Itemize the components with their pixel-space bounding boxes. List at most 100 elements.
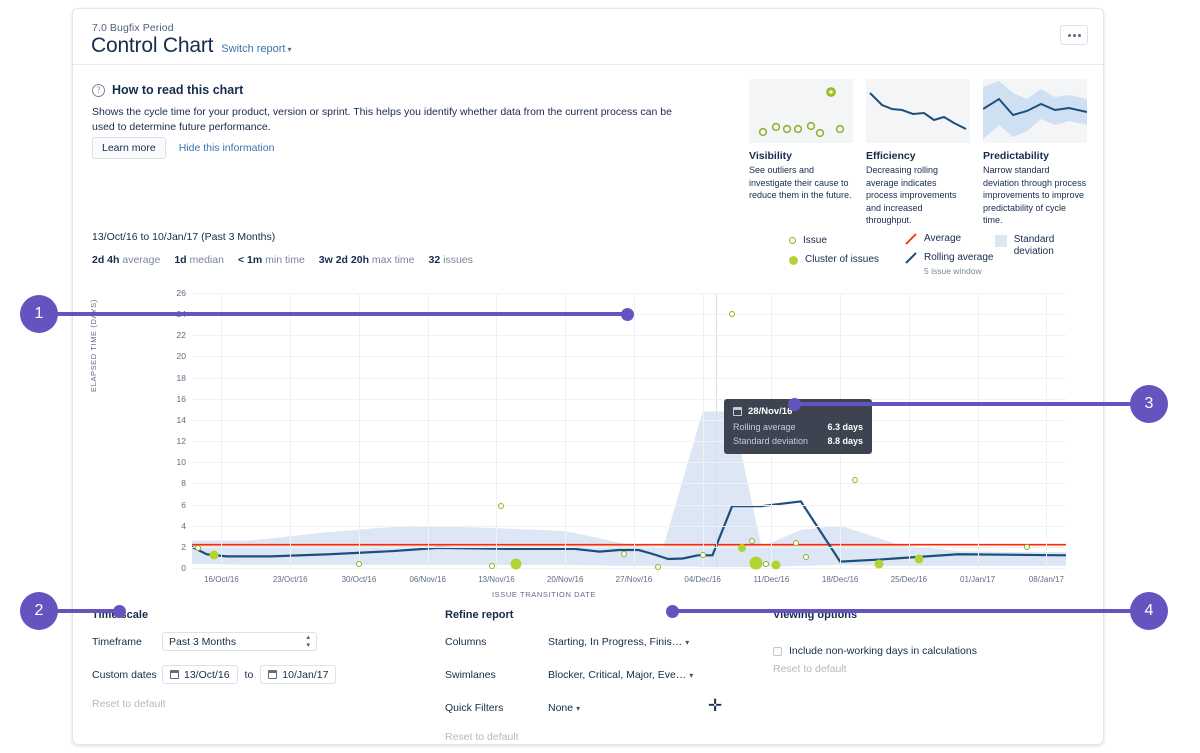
legend-item-average: Average — [905, 233, 961, 245]
issue-point[interactable] — [729, 311, 735, 317]
thumb-predictability: Predictability Narrow standard deviation… — [983, 79, 1087, 227]
gridline-vertical — [634, 293, 635, 568]
stat-average: 2d 4h average — [92, 254, 160, 266]
non-working-days-row[interactable]: Include non-working days in calculations — [773, 645, 1093, 657]
timeframe-select[interactable]: Past 3 Months ▴▾ — [162, 632, 317, 651]
x-axis-tick: 25/Dec/16 — [891, 575, 927, 584]
dot-icon — [1078, 34, 1081, 37]
non-working-days-checkbox[interactable] — [773, 647, 782, 656]
x-axis-tick: 04/Dec/16 — [684, 575, 720, 584]
cluster-point[interactable] — [914, 555, 923, 564]
thumb-visibility: Visibility See outliers and investigate … — [749, 79, 853, 227]
columns-dropdown[interactable]: Starting, In Progress, Finis…▾ — [548, 636, 689, 648]
issue-point[interactable] — [1024, 544, 1030, 550]
callout-2-knob — [113, 605, 126, 618]
issue-point[interactable] — [793, 540, 799, 546]
efficiency-thumbnail-image — [866, 79, 970, 143]
y-axis-tick: 12 — [177, 436, 186, 446]
y-axis-tick: 10 — [177, 457, 186, 467]
gridline — [192, 441, 1066, 442]
y-axis-tick: 26 — [177, 288, 186, 298]
x-axis-tick: 01/Jan/17 — [960, 575, 995, 584]
issue-point[interactable] — [655, 564, 661, 570]
cluster-marker-icon — [789, 256, 798, 265]
gridline — [192, 505, 1066, 506]
learn-more-button[interactable]: Learn more — [92, 137, 166, 159]
gridline-vertical — [290, 293, 291, 568]
gridline — [192, 378, 1066, 379]
plot-area[interactable]: 0246810121416182022242616/Oct/1623/Oct/1… — [192, 293, 1066, 568]
thumb-text: Decreasing rolling average indicates pro… — [866, 164, 970, 227]
calendar-icon — [170, 670, 179, 679]
gridline — [192, 399, 1066, 400]
date-from-field[interactable]: 13/Oct/16 — [162, 665, 238, 684]
hide-information-link[interactable]: Hide this information — [179, 142, 275, 154]
gridline-vertical — [496, 293, 497, 568]
control-chart: ELAPSED TIME (DAYS) ISSUE TRANSITION DAT… — [92, 287, 1082, 597]
gridline — [192, 335, 1066, 336]
legend-item-standard-deviation: Standard deviation — [995, 234, 1089, 258]
gridline-vertical — [221, 293, 222, 568]
question-circle-icon: ? — [92, 84, 105, 97]
callout-4-leader — [668, 609, 1134, 613]
legend-item-cluster: Cluster of issues — [789, 254, 879, 266]
callout-3-bubble: 3 — [1130, 385, 1168, 423]
thumb-text: Narrow standard deviation through proces… — [983, 164, 1087, 227]
y-axis-tick: 4 — [181, 521, 186, 531]
quick-filters-label: Quick Filters — [445, 702, 548, 714]
x-axis-tick: 13/Nov/16 — [478, 575, 514, 584]
gridline — [192, 526, 1066, 527]
cluster-point[interactable] — [738, 544, 746, 552]
callout-4: 4 — [1130, 592, 1168, 630]
quick-filters-row: Quick Filters None▾ — [445, 695, 775, 720]
issue-point[interactable] — [498, 503, 504, 509]
cluster-point[interactable] — [772, 561, 781, 570]
cluster-point[interactable] — [209, 550, 218, 559]
cluster-point[interactable] — [511, 558, 522, 569]
date-to-field[interactable]: 10/Jan/17 — [260, 665, 336, 684]
refine-report-reset-link[interactable]: Reset to default — [445, 731, 775, 743]
dot-icon — [1073, 34, 1076, 37]
custom-dates-label: Custom dates — [92, 669, 162, 681]
x-axis-tick: 20/Nov/16 — [547, 575, 583, 584]
issue-point[interactable] — [700, 552, 706, 558]
chart-legend: Issue Cluster of issues Average Rolling … — [789, 231, 1089, 279]
thumb-title: Efficiency — [866, 150, 970, 162]
issue-point[interactable] — [195, 545, 201, 551]
breadcrumb[interactable]: 7.0 Bugfix Period — [92, 22, 174, 34]
quick-filters-dropdown[interactable]: None▾ — [548, 702, 580, 714]
gridline — [192, 420, 1066, 421]
issue-point[interactable] — [621, 551, 627, 557]
swimlanes-dropdown[interactable]: Blocker, Critical, Major, Eve…▾ — [548, 669, 693, 681]
more-options-button[interactable] — [1060, 25, 1088, 45]
stepper-icon: ▴▾ — [306, 634, 310, 650]
chevron-down-icon: ▾ — [288, 45, 292, 54]
legend-item-rolling-average: Rolling average5 issue window — [905, 252, 994, 277]
callout-1-leader — [54, 312, 632, 316]
report-header: 7.0 Bugfix Period Control Chart Switch r… — [73, 9, 1103, 65]
cluster-point[interactable] — [749, 557, 762, 570]
gridline-vertical — [359, 293, 360, 568]
chevron-down-icon: ▾ — [685, 638, 689, 647]
chart-crosshair — [716, 293, 717, 568]
y-axis-tick: 2 — [181, 542, 186, 552]
how-to-read-panel: ? How to read this chart Shows the cycle… — [73, 65, 1103, 219]
refine-report-section: Refine report Columns Starting, In Progr… — [445, 609, 775, 743]
time-scale-reset-link[interactable]: Reset to default — [92, 698, 442, 710]
gridline — [192, 568, 1066, 569]
predictability-thumbnail-image — [983, 79, 1087, 143]
switch-report-link[interactable]: Switch report▾ — [221, 43, 291, 55]
visibility-thumbnail-image — [749, 79, 853, 143]
issue-point[interactable] — [749, 538, 755, 544]
issue-point[interactable] — [852, 477, 858, 483]
issue-point[interactable] — [356, 561, 362, 567]
thumb-efficiency: Efficiency Decreasing rolling average in… — [866, 79, 970, 227]
stat-median: 1d median — [174, 254, 224, 266]
chevron-down-icon: ▾ — [689, 671, 693, 680]
issue-point[interactable] — [803, 554, 809, 560]
issue-point[interactable] — [489, 563, 495, 569]
viewing-options-reset-link[interactable]: Reset to default — [773, 663, 1093, 675]
cluster-point[interactable] — [875, 560, 884, 569]
issue-point[interactable] — [763, 561, 769, 567]
time-scale-title: Time scale — [92, 609, 442, 621]
